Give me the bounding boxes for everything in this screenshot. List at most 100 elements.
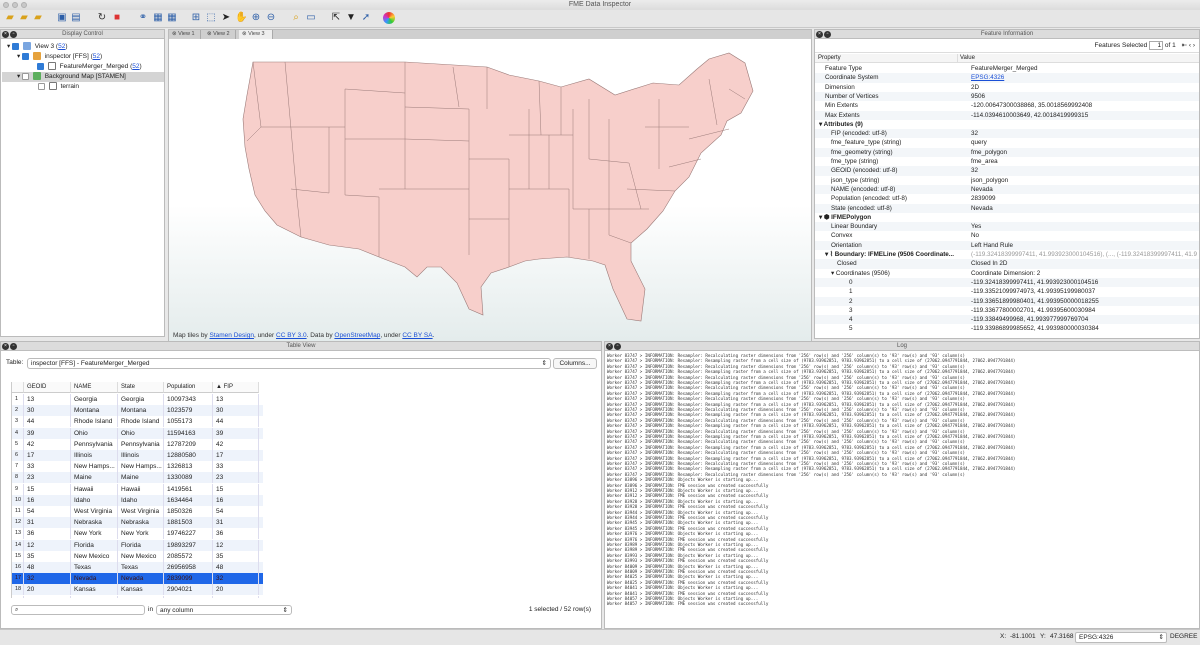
panel-float-icon[interactable]: ▫ bbox=[10, 343, 17, 350]
property-row[interactable]: Convex No bbox=[815, 231, 1199, 240]
table-row[interactable]: 17 32 Nevada Nevada 2839099 32 bbox=[12, 573, 263, 585]
table-row[interactable]: 16 48 Texas Texas 26956958 48 bbox=[12, 562, 263, 573]
table-row[interactable]: 1949UtahUtah294290249 bbox=[12, 595, 263, 598]
property-row[interactable]: Min Extents -120.00647300038868, 35.00185… bbox=[815, 101, 1199, 110]
property-row[interactable]: Closed Closed In 2D bbox=[815, 259, 1199, 269]
filter-icon[interactable]: ▼ bbox=[345, 12, 357, 24]
select-arrow-icon[interactable]: ⇱ bbox=[330, 12, 342, 24]
property-row[interactable]: ▾ Attributes (9) bbox=[815, 120, 1199, 129]
tree-view-3[interactable]: ▾ View 3 (52) bbox=[7, 42, 67, 52]
add-folder-icon[interactable]: ▰ bbox=[18, 12, 30, 24]
zoom-out-icon[interactable]: ⊖ bbox=[265, 12, 277, 24]
table-row[interactable]: 2 30 Montana Montana 1023579 30 bbox=[12, 405, 263, 417]
stamen-link[interactable]: Stamen Design bbox=[210, 332, 254, 339]
property-row[interactable]: FIP (encoded: utf-8) 32 bbox=[815, 129, 1199, 139]
property-row[interactable]: 3 -119.33677800002701, 41.99395600030984 bbox=[815, 306, 1199, 315]
crs-select[interactable]: EPSG:4326 ⇕ bbox=[1075, 632, 1167, 643]
expand-arrow-icon[interactable]: ▾ bbox=[17, 73, 20, 80]
table-row[interactable]: 11 54 West Virginia West Virginia 1850326 54 bbox=[12, 506, 263, 517]
select-icon[interactable]: ⬚ bbox=[205, 12, 217, 24]
property-row[interactable]: Max Extents -114.0394610003649, 42.001841… bbox=[815, 110, 1199, 120]
prev-feature-icon[interactable]: ‹ bbox=[1189, 42, 1191, 49]
property-row[interactable]: State (encoded: utf-8) Nevada bbox=[815, 203, 1199, 213]
table-row[interactable]: 18 20 Kansas Kansas 2904021 20 bbox=[12, 584, 263, 596]
zoom-selection-icon[interactable]: ⌕ bbox=[290, 12, 302, 24]
map-canvas[interactable]: Map tiles by Stamen Design, under CC BY … bbox=[169, 39, 811, 341]
column-header[interactable]: State bbox=[118, 382, 164, 393]
checkbox[interactable] bbox=[22, 52, 30, 60]
table-row[interactable]: 10 16 Idaho Idaho 1634464 16 bbox=[12, 494, 263, 506]
color-wheel-icon[interactable] bbox=[383, 12, 395, 24]
cc-by-sa-link[interactable]: CC BY SA bbox=[402, 332, 432, 339]
hand-icon[interactable]: ✋ bbox=[235, 12, 247, 24]
property-row[interactable]: ▾ ⬢ IFMEPolygon bbox=[815, 213, 1199, 222]
expand-arrow-icon[interactable]: ▾ bbox=[7, 43, 10, 50]
table-row[interactable]: 7 33 New Hamps... New Hamps... 1326813 33 bbox=[12, 461, 263, 473]
close-window-button[interactable] bbox=[3, 2, 9, 8]
panel-close-icon[interactable]: × bbox=[2, 31, 9, 38]
osm-link[interactable]: OpenStreetMap bbox=[334, 332, 380, 339]
table-row[interactable]: 13 36 New York New York 19746227 36 bbox=[12, 528, 263, 540]
zoom-extent-icon[interactable]: ▭ bbox=[305, 12, 317, 24]
property-row[interactable]: fme_feature_type (string) query bbox=[815, 138, 1199, 147]
property-row[interactable]: json_type (string) json_polygon bbox=[815, 176, 1199, 185]
table-icon[interactable]: ▦ bbox=[152, 12, 164, 24]
binoculars-icon[interactable]: ⚭ bbox=[137, 12, 149, 24]
table-row[interactable]: 12 31 Nebraska Nebraska 1881503 31 bbox=[12, 517, 263, 529]
panel-float-icon[interactable]: ▫ bbox=[614, 343, 621, 350]
panel-float-icon[interactable]: ▫ bbox=[824, 31, 831, 38]
tree-feature-type[interactable]: FeatureMerger_Merged (52) bbox=[37, 62, 142, 72]
table-row[interactable]: 6 17 Illinois Illinois 12880580 17 bbox=[12, 450, 263, 461]
property-row[interactable]: Orientation Left Hand Rule bbox=[815, 240, 1199, 250]
pan-icon[interactable]: ➤ bbox=[220, 12, 232, 24]
us-states-map[interactable] bbox=[169, 39, 811, 341]
property-row[interactable]: GEOID (encoded: utf-8) 32 bbox=[815, 166, 1199, 176]
property-row[interactable]: fme_geometry (string) fme_polygon bbox=[815, 147, 1199, 157]
property-value[interactable]: EPSG:4326 bbox=[971, 73, 1197, 82]
panel-close-icon[interactable]: × bbox=[2, 343, 9, 350]
search-input[interactable]: ⌕ bbox=[11, 605, 145, 615]
feature-count-link[interactable]: 52 bbox=[93, 53, 100, 60]
property-row[interactable]: Population (encoded: utf-8) 2839099 bbox=[815, 194, 1199, 203]
grid-icon[interactable]: ▦ bbox=[166, 12, 178, 24]
navigate-icon[interactable]: ➚ bbox=[360, 12, 372, 24]
tree-inspector-dataset[interactable]: ▾ inspector [FFS] (52) bbox=[17, 52, 102, 62]
table-row[interactable]: 4 39 Ohio Ohio 11594163 39 bbox=[12, 427, 263, 439]
table-row[interactable]: 5 42 Pennsylvania Pennsylvania 12787209 42 bbox=[12, 438, 263, 450]
first-feature-icon[interactable]: ⇤ bbox=[1182, 42, 1187, 49]
property-row[interactable]: Number of Vertices 9506 bbox=[815, 91, 1199, 102]
property-row[interactable]: Feature Type FeatureMerger_Merged bbox=[815, 64, 1199, 73]
tab-view-1[interactable]: ⊗ View 1 bbox=[169, 30, 201, 39]
column-header[interactable]: NAME bbox=[71, 382, 118, 393]
minimize-window-button[interactable] bbox=[12, 2, 18, 8]
table-row[interactable]: 1 13 Georgia Georgia 10097343 13 bbox=[12, 394, 263, 405]
property-row[interactable]: ▾ Coordinates (9506) Coordinate Dimension… bbox=[815, 269, 1199, 278]
column-header[interactable] bbox=[12, 382, 24, 393]
panel-float-icon[interactable]: ▫ bbox=[10, 31, 17, 38]
table-row[interactable]: 8 23 Maine Maine 1330089 23 bbox=[12, 472, 263, 484]
stop-icon[interactable]: ■ bbox=[111, 12, 123, 24]
open-folder-icon[interactable]: ▰ bbox=[4, 12, 16, 24]
table-select[interactable]: inspector [FFS] - FeatureMerger_Merged ⇕ bbox=[27, 358, 551, 369]
cc-by-link[interactable]: CC BY 3.0 bbox=[276, 332, 307, 339]
property-row[interactable]: fme_type (string) fme_area bbox=[815, 157, 1199, 166]
property-row[interactable]: 5 -119.33986899985652, 41.993980000030384 bbox=[815, 324, 1199, 333]
property-row[interactable]: Linear Boundary Yes bbox=[815, 222, 1199, 232]
checkbox[interactable] bbox=[38, 82, 45, 90]
inspect-icon[interactable]: ⊞ bbox=[190, 12, 202, 24]
column-filter-select[interactable]: any column ⇕ bbox=[156, 605, 292, 615]
property-row[interactable]: 4 -119.33849499968, 41.993977999769704 bbox=[815, 315, 1199, 325]
tree-terrain[interactable]: terrain bbox=[38, 82, 79, 92]
checkbox[interactable] bbox=[22, 72, 30, 80]
property-row[interactable]: Dimension 2D bbox=[815, 83, 1199, 92]
feature-index-input[interactable]: 1 bbox=[1149, 40, 1164, 50]
refresh-icon[interactable]: ↻ bbox=[96, 12, 108, 24]
tree-background-map[interactable]: ▾ Background Map [STAMEN] bbox=[2, 72, 164, 82]
folder-icon[interactable]: ▰ bbox=[32, 12, 44, 24]
tab-view-2[interactable]: ⊗ View 2 bbox=[204, 30, 236, 39]
save-icon[interactable]: ▣ bbox=[56, 12, 68, 24]
tab-view-3[interactable]: ⊗ View 3 bbox=[239, 30, 273, 39]
checkbox[interactable] bbox=[37, 62, 44, 70]
column-header[interactable]: ▲ FIP bbox=[213, 382, 259, 393]
column-header[interactable]: GEOID bbox=[24, 382, 71, 393]
